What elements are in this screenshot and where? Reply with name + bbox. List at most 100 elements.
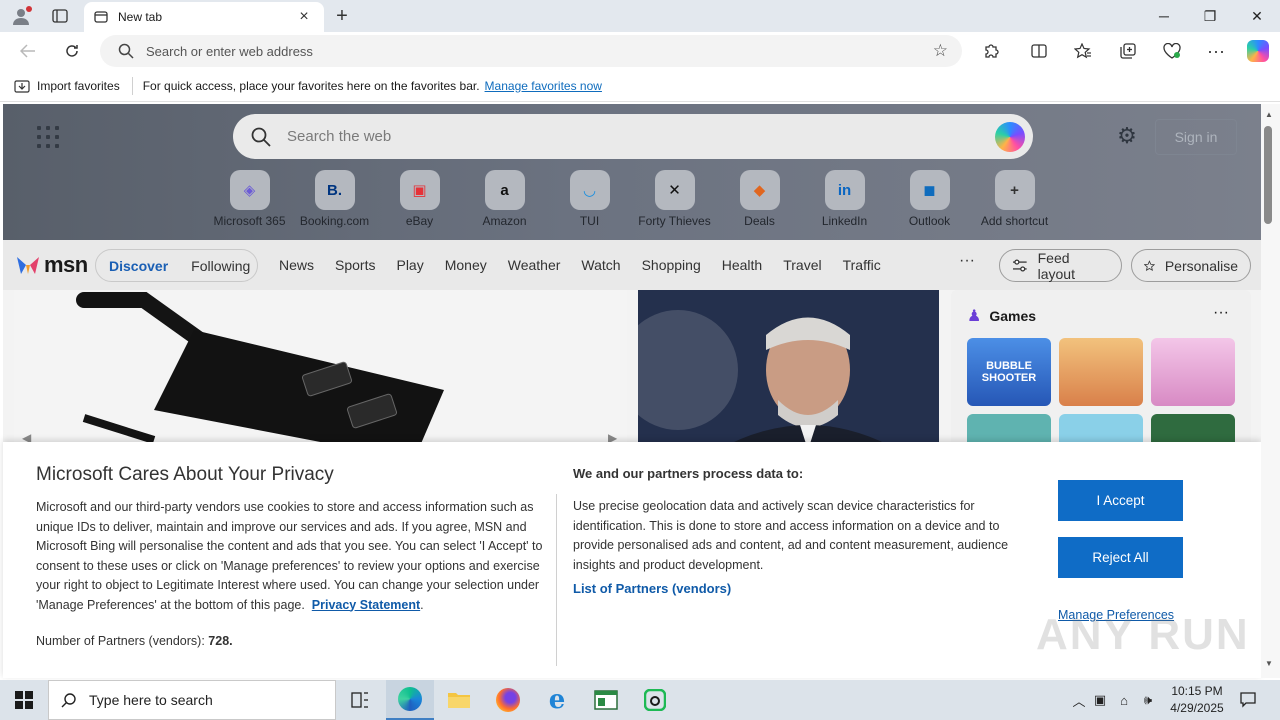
collections-button[interactable]	[1114, 38, 1142, 64]
scroll-thumb[interactable]	[1264, 126, 1272, 224]
nav-link[interactable]: Money	[445, 257, 487, 273]
msn-nav-links: News Sports Play Money Weather Watch Shopping H…	[279, 257, 902, 273]
nav-link[interactable]: Watch	[581, 257, 620, 273]
list-of-partners-link[interactable]: List of Partners (vendors)	[573, 581, 731, 596]
volume-icon[interactable]: 🕪	[1136, 692, 1160, 708]
page-scrollbar[interactable]: ▲ ▼	[1261, 104, 1280, 678]
nav-link[interactable]: Traffic	[843, 257, 881, 273]
sparkle-star-icon	[1144, 259, 1155, 271]
app-launcher-icon[interactable]	[37, 126, 59, 148]
shortcut-tile[interactable]: ◡ TUI	[547, 170, 632, 234]
manage-favorites-link[interactable]: Manage favorites now	[485, 79, 602, 93]
tab-discover[interactable]: Discover	[109, 258, 168, 274]
usb-hub-image: ◀ ▶	[14, 290, 627, 450]
nav-more-button[interactable]: ···	[959, 252, 975, 270]
puzzle-icon	[985, 44, 999, 58]
games-more-button[interactable]: ···	[1213, 304, 1229, 322]
taskbar-internet-explorer[interactable]: e	[533, 680, 581, 720]
nav-link[interactable]: News	[279, 257, 314, 273]
privacy-statement-link[interactable]: Privacy Statement	[312, 598, 420, 612]
profile-button[interactable]	[8, 4, 34, 28]
shortcut-tile[interactable]: in LinkedIn	[802, 170, 887, 234]
nav-link[interactable]: Play	[396, 257, 423, 273]
personalise-button[interactable]: Personalise	[1131, 249, 1251, 282]
shortcut-tile[interactable]: ▣ eBay	[377, 170, 462, 234]
scroll-up-arrow-icon[interactable]: ▲	[1265, 110, 1273, 119]
shortcut-tile[interactable]: ◈ Microsoft 365	[207, 170, 292, 234]
refresh-button[interactable]	[58, 38, 86, 64]
shortcut-label: Add shortcut	[980, 214, 1049, 228]
game-tile-bubble-shooter[interactable]: BUBBLE SHOOTER	[967, 338, 1051, 406]
task-view-icon	[351, 692, 368, 708]
taskbar-app-green[interactable]	[631, 680, 679, 720]
shortcut-tile[interactable]: ✕ Forty Thieves	[632, 170, 717, 234]
device-icon[interactable]: ▣	[1088, 692, 1112, 708]
taskbar-app-window[interactable]	[582, 680, 630, 720]
game-tile-title: BUBBLE SHOOTER	[981, 360, 1037, 384]
game-tile-2[interactable]	[1059, 338, 1143, 406]
sign-in-button[interactable]: Sign in	[1155, 119, 1237, 155]
tab-close-icon[interactable]: ×	[294, 8, 314, 26]
split-screen-icon	[1031, 44, 1047, 58]
copilot-button[interactable]	[1244, 38, 1272, 64]
shortcut-tile[interactable]: a Amazon	[462, 170, 547, 234]
extensions-button[interactable]	[977, 38, 1005, 64]
import-favorites-button[interactable]: Import favorites	[14, 79, 120, 93]
msn-butterfly-icon	[17, 257, 39, 274]
import-favorites-label: Import favorites	[37, 78, 120, 93]
taskbar-clock[interactable]: 10:15 PM 4/29/2025	[1162, 683, 1232, 717]
restore-button[interactable]: ❐	[1187, 0, 1233, 32]
new-tab-button[interactable]: +	[330, 4, 354, 28]
split-screen-button[interactable]	[1025, 38, 1053, 64]
edge-icon	[398, 687, 422, 711]
reject-all-button[interactable]: Reject All	[1058, 537, 1183, 578]
nav-link[interactable]: Health	[722, 257, 762, 273]
sliders-icon	[1012, 259, 1027, 272]
taskbar-edge[interactable]	[386, 680, 434, 720]
new-tab-page-icon	[94, 11, 108, 23]
search-icon	[251, 127, 271, 147]
page-settings-gear-icon[interactable]: ⚙	[1115, 124, 1139, 148]
copilot-icon[interactable]	[995, 122, 1025, 152]
tab-actions-button[interactable]	[48, 6, 72, 26]
tab-new-tab[interactable]: New tab ×	[84, 2, 324, 32]
shortcut-tile[interactable]: ◆ Deals	[717, 170, 802, 234]
feed-card-news[interactable]	[638, 290, 939, 450]
taskbar-file-explorer[interactable]	[435, 680, 483, 720]
nav-link[interactable]: Weather	[508, 257, 561, 273]
favorite-star-icon[interactable]: ☆	[933, 41, 948, 61]
notifications-button[interactable]	[1234, 680, 1262, 720]
feed-layout-button[interactable]: Feed layout	[999, 249, 1122, 282]
accept-button[interactable]: I Accept	[1058, 480, 1183, 521]
app-window-icon	[594, 690, 618, 710]
start-button[interactable]	[0, 680, 48, 720]
game-tile-3[interactable]	[1151, 338, 1235, 406]
feed-card-hero[interactable]: ◀ ▶	[14, 290, 627, 450]
taskbar-firefox[interactable]	[484, 680, 532, 720]
favorites-button[interactable]	[1069, 38, 1097, 64]
browser-essentials-button[interactable]	[1158, 38, 1186, 64]
minimize-button[interactable]: ─	[1141, 0, 1187, 32]
shortcut-icon: +	[994, 170, 1035, 210]
settings-more-button[interactable]: ···	[1202, 38, 1230, 64]
nav-link[interactable]: Sports	[335, 257, 375, 273]
shortcut-tile[interactable]: ◼ Outlook	[887, 170, 972, 234]
address-bar[interactable]: Search or enter web address ☆	[100, 35, 962, 67]
network-icon[interactable]: ⌂	[1112, 693, 1136, 708]
task-view-button[interactable]	[336, 680, 384, 720]
close-window-button[interactable]: ✕	[1234, 0, 1280, 32]
nav-link[interactable]: Travel	[783, 257, 821, 273]
show-hidden-icons-chevron-icon[interactable]: ︿	[1070, 691, 1088, 710]
shortcut-icon: ✕	[654, 170, 695, 210]
shortcut-tile[interactable]: B. Booking.com	[292, 170, 377, 234]
taskbar-search-box[interactable]: Type here to search	[48, 680, 336, 720]
taskbar: Type here to search e ︿ ▣ ⌂ 🕪 10:15 PM 4…	[0, 680, 1280, 720]
scroll-down-arrow-icon[interactable]: ▼	[1265, 659, 1273, 668]
nav-link[interactable]: Shopping	[642, 257, 701, 273]
web-search-box[interactable]: Search the web	[233, 114, 1033, 159]
shortcut-tile[interactable]: + Add shortcut	[972, 170, 1057, 234]
msn-logo[interactable]: msn	[15, 252, 88, 278]
personalise-label: Personalise	[1164, 257, 1238, 274]
back-button[interactable]	[14, 38, 42, 64]
tab-following[interactable]: Following	[191, 258, 250, 274]
